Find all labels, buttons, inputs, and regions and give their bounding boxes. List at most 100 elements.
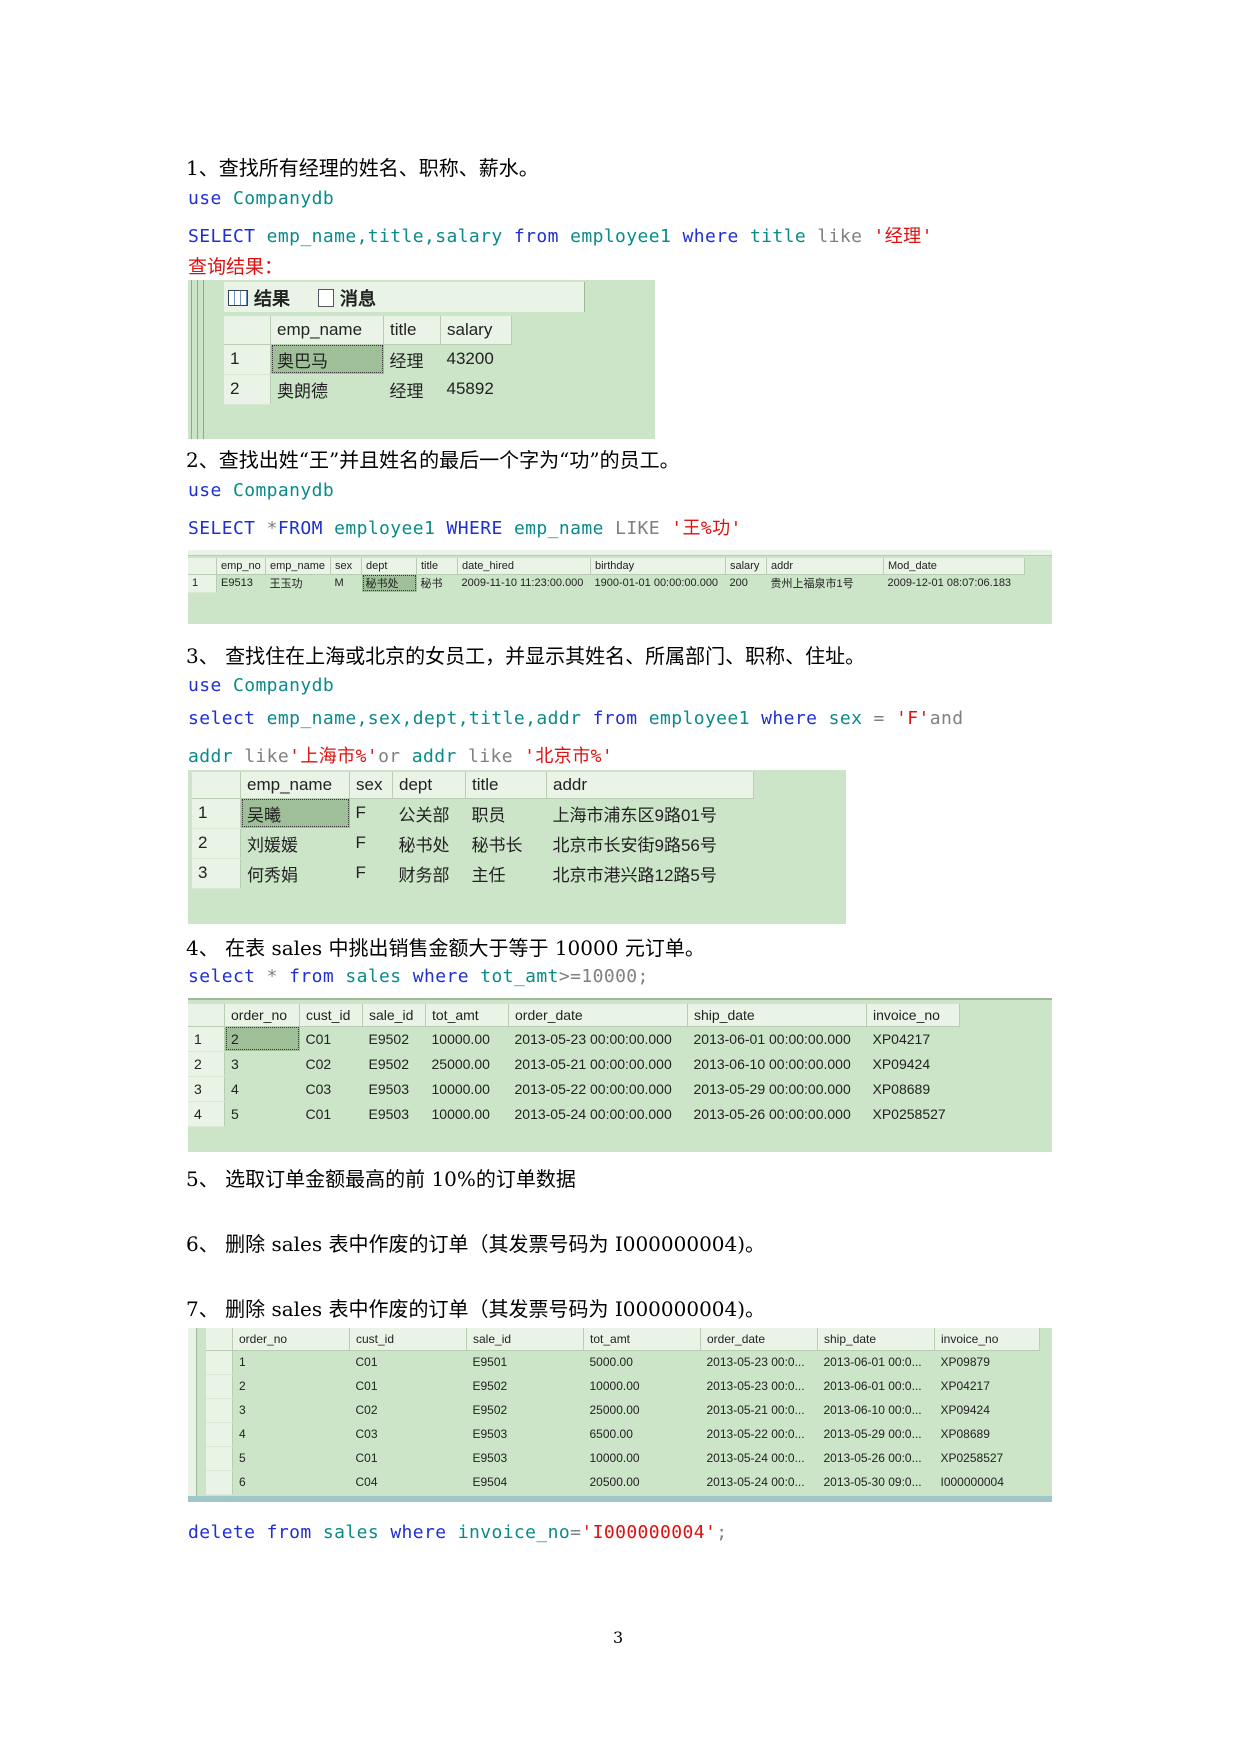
cell[interactable]: 4 xyxy=(233,1422,350,1446)
cell[interactable]: 2013-06-01 00:00:00.000 xyxy=(688,1026,867,1051)
cell[interactable]: 经理 xyxy=(384,344,441,374)
cell[interactable]: 2013-05-22 00:00:00.000 xyxy=(509,1076,688,1101)
cell[interactable]: 财务部 xyxy=(393,858,466,888)
column-header[interactable]: sale_id xyxy=(466,1328,584,1351)
cell[interactable]: 2009-12-01 08:07:06.183 xyxy=(884,574,1025,592)
column-header[interactable]: invoice_no xyxy=(866,1004,960,1027)
column-header[interactable]: birthday xyxy=(590,558,726,575)
column-header[interactable]: title xyxy=(465,772,547,799)
cell[interactable]: C01 xyxy=(350,1374,467,1398)
column-header[interactable]: invoice_no xyxy=(934,1328,1040,1351)
cell[interactable]: E9502 xyxy=(467,1374,584,1398)
cell[interactable]: 王玉功 xyxy=(266,574,331,592)
cell[interactable]: 4 xyxy=(225,1076,300,1101)
column-header[interactable]: salary xyxy=(440,316,512,345)
cell[interactable]: F xyxy=(350,798,393,828)
cell[interactable]: E9502 xyxy=(363,1026,426,1051)
cell[interactable]: XP04217 xyxy=(867,1026,960,1051)
cell[interactable]: 2013-05-21 00:00:00.000 xyxy=(509,1051,688,1076)
cell[interactable]: 吴曦 xyxy=(240,798,350,828)
table-row[interactable]: 3 C02 E9502 25000.00 2013-05-21 00:0... … xyxy=(206,1398,1040,1423)
column-header[interactable]: cust_id xyxy=(299,1004,363,1027)
column-header[interactable]: order_date xyxy=(508,1004,688,1027)
cell[interactable]: E9503 xyxy=(363,1076,426,1101)
column-header[interactable]: emp_no xyxy=(216,558,266,575)
cell[interactable]: 2013-05-30 09:0... xyxy=(818,1470,935,1494)
cell[interactable]: 10000.00 xyxy=(426,1026,509,1051)
cell[interactable]: 5000.00 xyxy=(584,1350,701,1374)
cell[interactable]: XP0258527 xyxy=(935,1446,1040,1470)
cell[interactable]: 职员 xyxy=(466,798,547,828)
cell[interactable]: 10000.00 xyxy=(584,1374,701,1398)
column-header[interactable]: title xyxy=(416,558,458,575)
cell[interactable]: F xyxy=(350,828,393,858)
cell[interactable]: 奥巴马 xyxy=(270,344,384,374)
cell[interactable]: F xyxy=(350,858,393,888)
cell[interactable]: 2013-05-22 00:0... xyxy=(701,1422,818,1446)
cell[interactable]: XP09424 xyxy=(867,1051,960,1076)
cell[interactable]: 10000.00 xyxy=(426,1101,509,1126)
column-header[interactable]: addr xyxy=(766,558,884,575)
cell[interactable]: 6500.00 xyxy=(584,1422,701,1446)
cell[interactable]: 2013-06-10 00:0... xyxy=(818,1398,935,1422)
column-header[interactable]: tot_amt xyxy=(425,1004,509,1027)
cell[interactable]: XP0258527 xyxy=(867,1101,960,1126)
column-header[interactable]: sex xyxy=(349,772,393,799)
table-row[interactable]: 6 C04 E9504 20500.00 2013-05-24 00:0... … xyxy=(206,1470,1040,1495)
column-header[interactable]: emp_name xyxy=(240,772,350,799)
cell[interactable]: 2013-05-24 00:0... xyxy=(701,1446,818,1470)
column-header[interactable]: addr xyxy=(546,772,754,799)
column-header[interactable]: ship_date xyxy=(817,1328,935,1351)
cell[interactable]: C01 xyxy=(350,1350,467,1374)
cell[interactable]: 2013-05-24 00:0... xyxy=(701,1470,818,1494)
cell[interactable]: 10000.00 xyxy=(426,1076,509,1101)
cell[interactable]: 主任 xyxy=(466,858,547,888)
cell[interactable]: 25000.00 xyxy=(584,1398,701,1422)
cell[interactable]: C03 xyxy=(350,1422,467,1446)
cell[interactable]: 1900-01-01 00:00:00.000 xyxy=(591,574,726,592)
cell[interactable]: 2013-05-29 00:00:00.000 xyxy=(688,1076,867,1101)
cell[interactable]: 3 xyxy=(225,1051,300,1076)
cell[interactable]: 2013-05-24 00:00:00.000 xyxy=(509,1101,688,1126)
column-header[interactable]: salary xyxy=(725,558,767,575)
cell[interactable]: 2013-05-23 00:00:00.000 xyxy=(509,1026,688,1051)
cell[interactable]: 何秀娟 xyxy=(241,858,350,888)
cell[interactable]: XP08689 xyxy=(867,1076,960,1101)
column-header[interactable]: sale_id xyxy=(362,1004,426,1027)
column-header[interactable]: sex xyxy=(330,558,362,575)
table-row[interactable]: 3 4 C03 E9503 10000.00 2013-05-22 00:00:… xyxy=(188,1076,960,1102)
column-header[interactable]: title xyxy=(383,316,441,345)
cell[interactable]: 奥朗德 xyxy=(271,374,384,404)
cell[interactable]: XP08689 xyxy=(935,1422,1040,1446)
cell[interactable]: 秘书处 xyxy=(361,574,417,592)
table-row[interactable]: 1 吴曦 F 公关部 职员 上海市浦东区9路01号 xyxy=(192,798,754,829)
cell[interactable]: E9504 xyxy=(467,1470,584,1494)
cell[interactable]: 5 xyxy=(233,1446,350,1470)
cell[interactable]: M xyxy=(331,574,362,592)
cell[interactable]: 6 xyxy=(233,1470,350,1494)
column-header[interactable]: order_date xyxy=(700,1328,818,1351)
cell[interactable]: 上海市浦东区9路01号 xyxy=(547,798,754,828)
cell[interactable]: 北京市港兴路12路5号 xyxy=(547,858,754,888)
cell[interactable]: 2 xyxy=(224,1026,300,1051)
cell[interactable]: 2013-06-01 00:0... xyxy=(818,1350,935,1374)
cell[interactable]: 秘书 xyxy=(417,574,458,592)
column-header[interactable]: emp_name xyxy=(265,558,331,575)
cell[interactable]: 10000.00 xyxy=(584,1446,701,1470)
cell[interactable]: 43200 xyxy=(441,344,512,374)
cell[interactable]: 2013-05-26 00:0... xyxy=(818,1446,935,1470)
column-header[interactable]: Mod_date xyxy=(883,558,1025,575)
cell[interactable]: E9503 xyxy=(467,1446,584,1470)
cell[interactable]: 25000.00 xyxy=(426,1051,509,1076)
column-header[interactable]: ship_date xyxy=(687,1004,867,1027)
column-header[interactable]: order_no xyxy=(232,1328,350,1351)
cell[interactable]: 公关部 xyxy=(393,798,466,828)
column-header[interactable]: cust_id xyxy=(349,1328,467,1351)
table-row[interactable]: 1 E9513 王玉功 M 秘书处 秘书 2009-11-10 11:23:00… xyxy=(188,574,1025,593)
cell[interactable]: 贵州上福泉市1号 xyxy=(767,574,884,592)
cell[interactable]: C04 xyxy=(350,1470,467,1494)
cell[interactable]: C01 xyxy=(300,1026,363,1051)
table-row[interactable]: 2 C01 E9502 10000.00 2013-05-23 00:0... … xyxy=(206,1374,1040,1399)
cell[interactable]: 2013-05-29 00:0... xyxy=(818,1422,935,1446)
cell[interactable]: 45892 xyxy=(441,374,512,404)
